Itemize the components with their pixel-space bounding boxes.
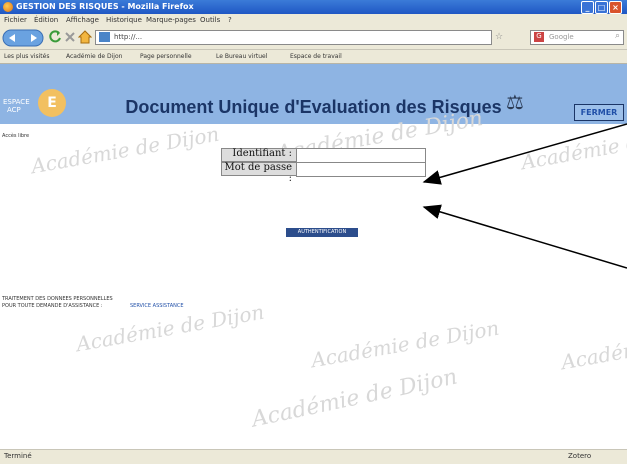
annotation-arrows [422, 123, 627, 269]
status-bar: Terminé Zotero [0, 449, 627, 464]
arrow-to-password [422, 204, 627, 269]
status-addon: Zotero [568, 452, 592, 460]
status-text: Terminé [4, 452, 32, 460]
arrow-to-identifiant [422, 123, 627, 185]
